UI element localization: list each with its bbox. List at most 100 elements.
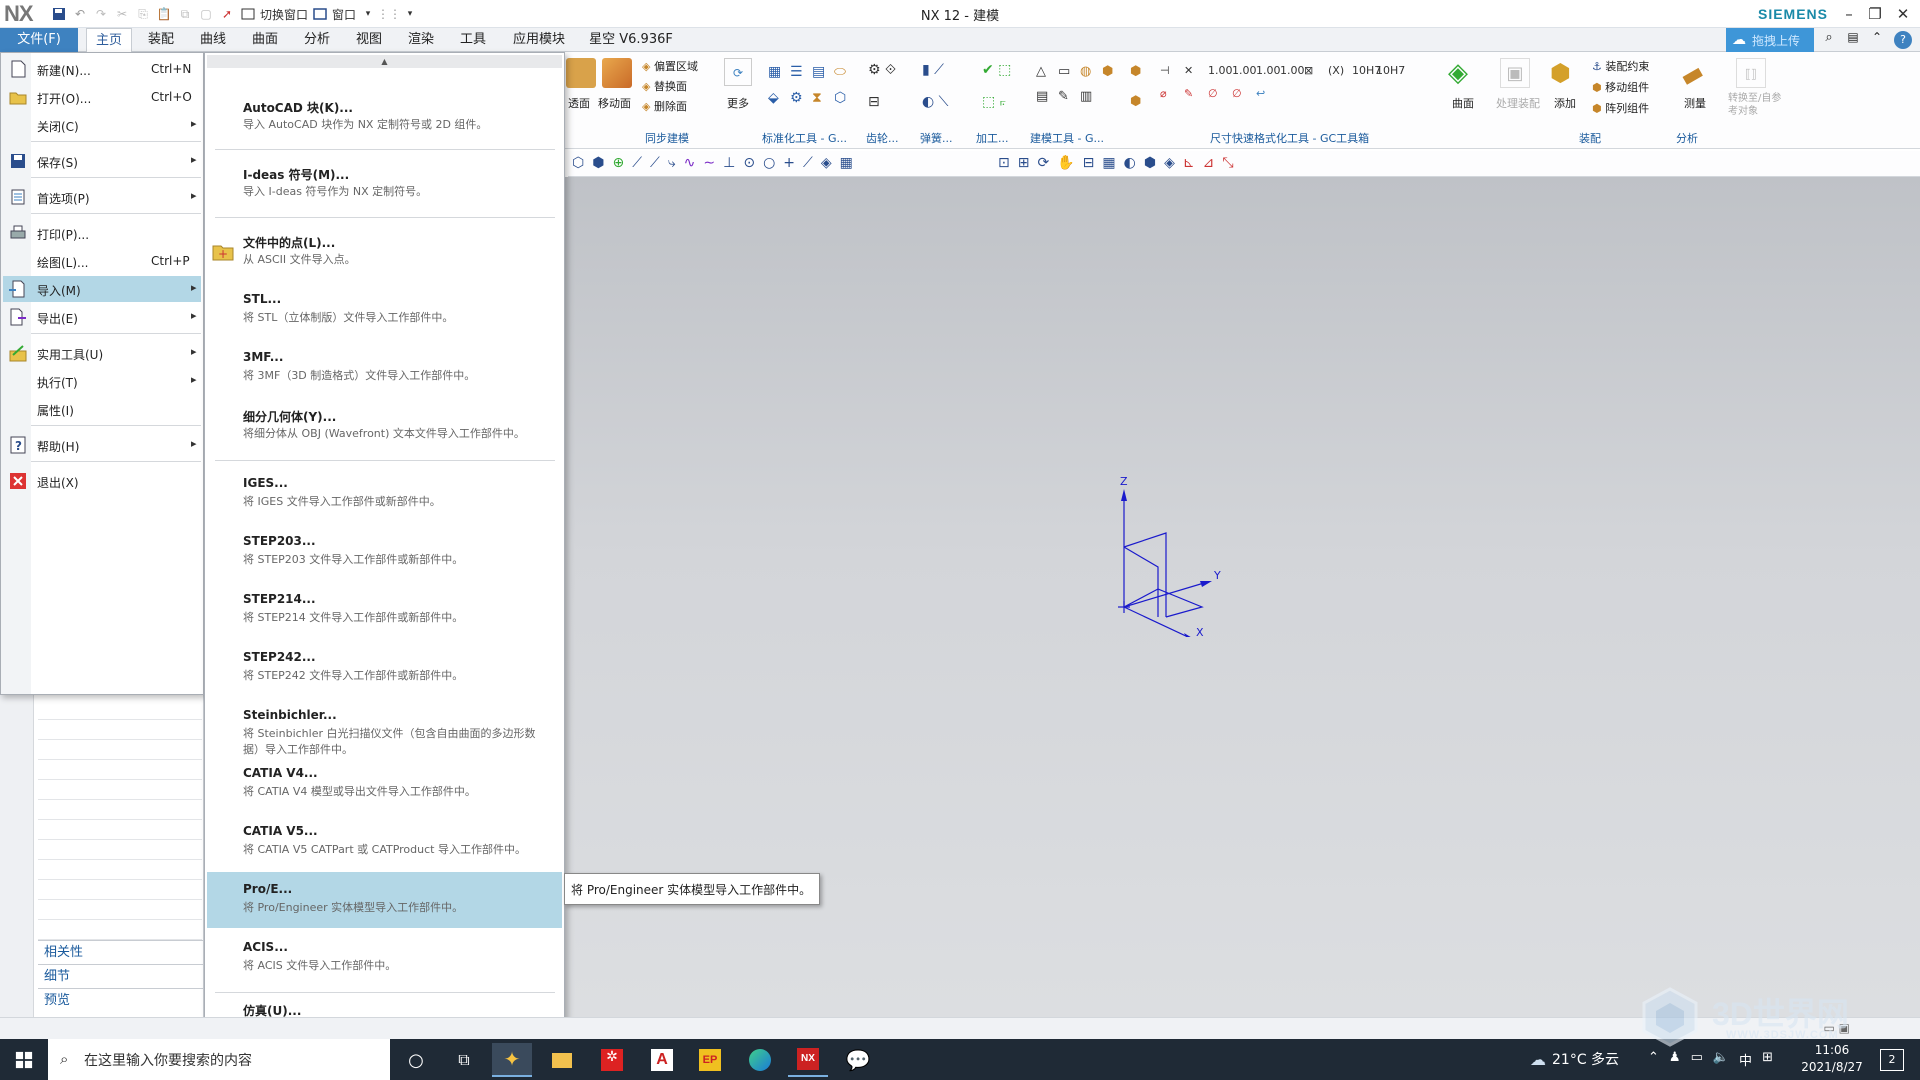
import-catia-v4[interactable]: CATIA V4... 将 CATIA V4 模型或导出文件导入工作部件中。 [207,756,562,812]
nav-row[interactable] [38,820,202,840]
taskbar-app-ep[interactable]: EP [690,1043,730,1077]
tool-nut-icon[interactable]: ⬡ [834,90,856,106]
tool-clip-icon[interactable]: ⧗ [812,90,834,106]
menu-help[interactable]: ? 帮助(H) ▸ [3,432,201,458]
dim-clear-icon[interactable]: ✕ [1184,64,1208,77]
taskbar-search-box[interactable]: ⌕ 在这里输入你要搜索的内容 [48,1039,390,1080]
menu-plot[interactable]: 绘图(L)... Ctrl+P [3,248,201,274]
surface-icon[interactable]: ◈ [1448,58,1478,88]
menu-execute[interactable]: 执行(T) ▸ [3,368,201,394]
task-view-icon[interactable]: ⧉ [444,1043,484,1077]
dim-tol-icon[interactable]: 1.00 [1232,64,1257,77]
search-command-icon[interactable]: ⌕ [1818,30,1840,50]
weather-widget[interactable]: ☁ 21°C 多云 [1530,1049,1619,1069]
import-autocad-block[interactable]: AutoCAD 块(K)... 导入 AutoCAD 块作为 NX 定制符号或 … [207,89,562,145]
more-button[interactable]: 更多 [727,95,749,111]
switch-window-icon[interactable] [239,5,257,23]
zoom-icon[interactable]: ⊞ [1018,155,1030,171]
rotate-icon[interactable]: ⟳ [1037,155,1049,171]
nav-row[interactable] [38,740,202,760]
dropdown-icon[interactable]: ▾ [359,5,377,23]
menu-close[interactable]: 关闭(C) ▸ [3,112,201,138]
triangle-icon[interactable]: △ [1036,64,1058,79]
nav-section-dependencies[interactable]: 相关性 [38,940,204,964]
dim-paren-icon[interactable]: (X) [1328,64,1352,77]
section-icon[interactable]: ⊟ [1083,155,1095,171]
wcs-icon[interactable]: ⊾ [1183,155,1195,171]
dim-fit2-icon[interactable]: 10H7 [1376,64,1405,77]
render-style-icon[interactable]: ▦ [1102,155,1115,171]
tolerance-icon[interactable]: ▥ [1080,89,1102,104]
nav-row[interactable] [38,700,202,720]
repeat-command-icon[interactable]: ▢ [197,5,215,23]
import-step242[interactable]: STEP242... 将 STEP242 文件导入工作部件或新部件中。 [207,640,562,696]
menu-preferences[interactable]: 首选项(P) ▸ [3,184,201,210]
taskbar-file-explorer[interactable] [542,1043,582,1077]
tool-layers-icon[interactable]: ▤ [812,64,834,80]
nav-row[interactable] [38,720,202,740]
table-icon[interactable]: ▤ [1036,89,1058,104]
partial-face-icon[interactable] [566,58,596,88]
tab-analysis[interactable]: 分析 [294,28,340,52]
import-step214[interactable]: STEP214... 将 STEP214 文件导入工作部件或新部件中。 [207,582,562,638]
tool-grid-icon[interactable]: ▦ [768,64,790,80]
tab-tools[interactable]: 工具 [450,28,496,52]
hole-icon[interactable]: ◍ [1080,64,1102,79]
visibility-icon[interactable]: ◈ [1164,155,1175,171]
tab-assembly[interactable]: 装配 [138,28,184,52]
import-3mf[interactable]: 3MF... 将 3MF（3D 制造格式）文件导入工作部件中。 [207,340,562,396]
import-ideas-symbol[interactable]: I-deas 符号(M)... 导入 I-deas 符号作为 NX 定制符号。 [207,156,562,212]
dim-tol3-icon[interactable]: 1.00 [1280,64,1305,77]
wcs-orient-icon[interactable]: ⊿ [1203,155,1215,171]
snap-icon-9[interactable]: ⊥ [723,155,735,171]
menu-utilities[interactable]: 实用工具(U) ▸ [3,340,201,366]
snap-icon-5[interactable]: ⟋ [650,155,660,171]
gear-tools-icon[interactable]: ⚙ ⟐ ⊟ [868,62,896,110]
measure-icon[interactable]: ▬ [1675,53,1716,94]
import-iges[interactable]: IGES... 将 IGES 文件导入工作部件或新部件中。 [207,466,562,522]
tab-view[interactable]: 视图 [346,28,392,52]
ribbon-options-icon[interactable]: ▤ [1842,30,1864,50]
fit-view-icon[interactable]: ⊡ [998,155,1010,171]
collapse-ribbon-icon[interactable]: ⌃ [1866,30,1888,50]
nav-row[interactable] [38,780,202,800]
tab-applications[interactable]: 应用模块 [504,28,574,52]
cortana-icon[interactable]: ○ [396,1043,436,1077]
snap-icon-10[interactable]: ⊙ [743,155,755,171]
menu-export[interactable]: 导出(E) ▸ [3,304,201,330]
taskbar-app-autocad[interactable]: A [642,1043,682,1077]
nav-section-preview[interactable]: 预览 [38,988,204,1012]
tab-home[interactable]: 主页 [86,28,132,52]
dim-dia-icon[interactable]: ⌀ [1160,87,1184,100]
restore-button[interactable]: ❐ [1862,0,1888,28]
windows-start-icon[interactable] [4,1043,44,1077]
snap-icon-13[interactable]: ⟋ [803,155,813,171]
dim-fit-icon[interactable]: 10H7 [1352,64,1381,77]
tab-surface[interactable]: 曲面 [242,28,288,52]
menu-import[interactable]: 导入(M) ▸ [3,276,201,302]
tool-bolt-icon[interactable]: ⬭ [834,64,856,80]
nav-row[interactable] [38,900,202,920]
copy-icon[interactable]: ⎘ [134,5,152,23]
snap-icon-1[interactable]: ⬡ [572,155,584,171]
switch-window-button[interactable]: 切换窗口 [260,6,308,23]
file-tab[interactable]: 文件(F) [0,28,78,52]
convert-ref-icon[interactable]: ⟦⟧ [1736,58,1766,88]
snap-icon-3[interactable]: ⊕ [612,155,624,171]
customize-icon[interactable]: ▾ [401,5,419,23]
snap-icon-8[interactable]: ∼ [703,155,715,171]
import-stl[interactable]: STL... 将 STL（立体制版）文件导入工作部件中。 [207,282,562,338]
import-catia-v5[interactable]: CATIA V5... 将 CATIA V5 CATPart 或 CATProd… [207,814,562,870]
sheet-icon[interactable]: ▭ [1058,64,1080,79]
nav-row[interactable] [38,840,202,860]
dim-null-icon[interactable]: ∅ [1208,87,1232,100]
import-step203[interactable]: STEP203... 将 STEP203 文件导入工作部件或新部件中。 [207,524,562,580]
dim-undo-icon[interactable]: ↩ [1256,87,1280,100]
refresh-icon[interactable]: ⟳ [724,58,752,86]
cube-icon[interactable]: ⬢ [1102,64,1124,79]
touch-mode-icon[interactable]: ➚ [218,5,236,23]
snap-icon-12[interactable]: + [783,155,795,171]
paste-icon[interactable]: 📋 [155,5,173,23]
menu-save[interactable]: 保存(S) ▸ [3,148,201,174]
taskbar-app-wechat[interactable]: 💬 [838,1043,878,1077]
